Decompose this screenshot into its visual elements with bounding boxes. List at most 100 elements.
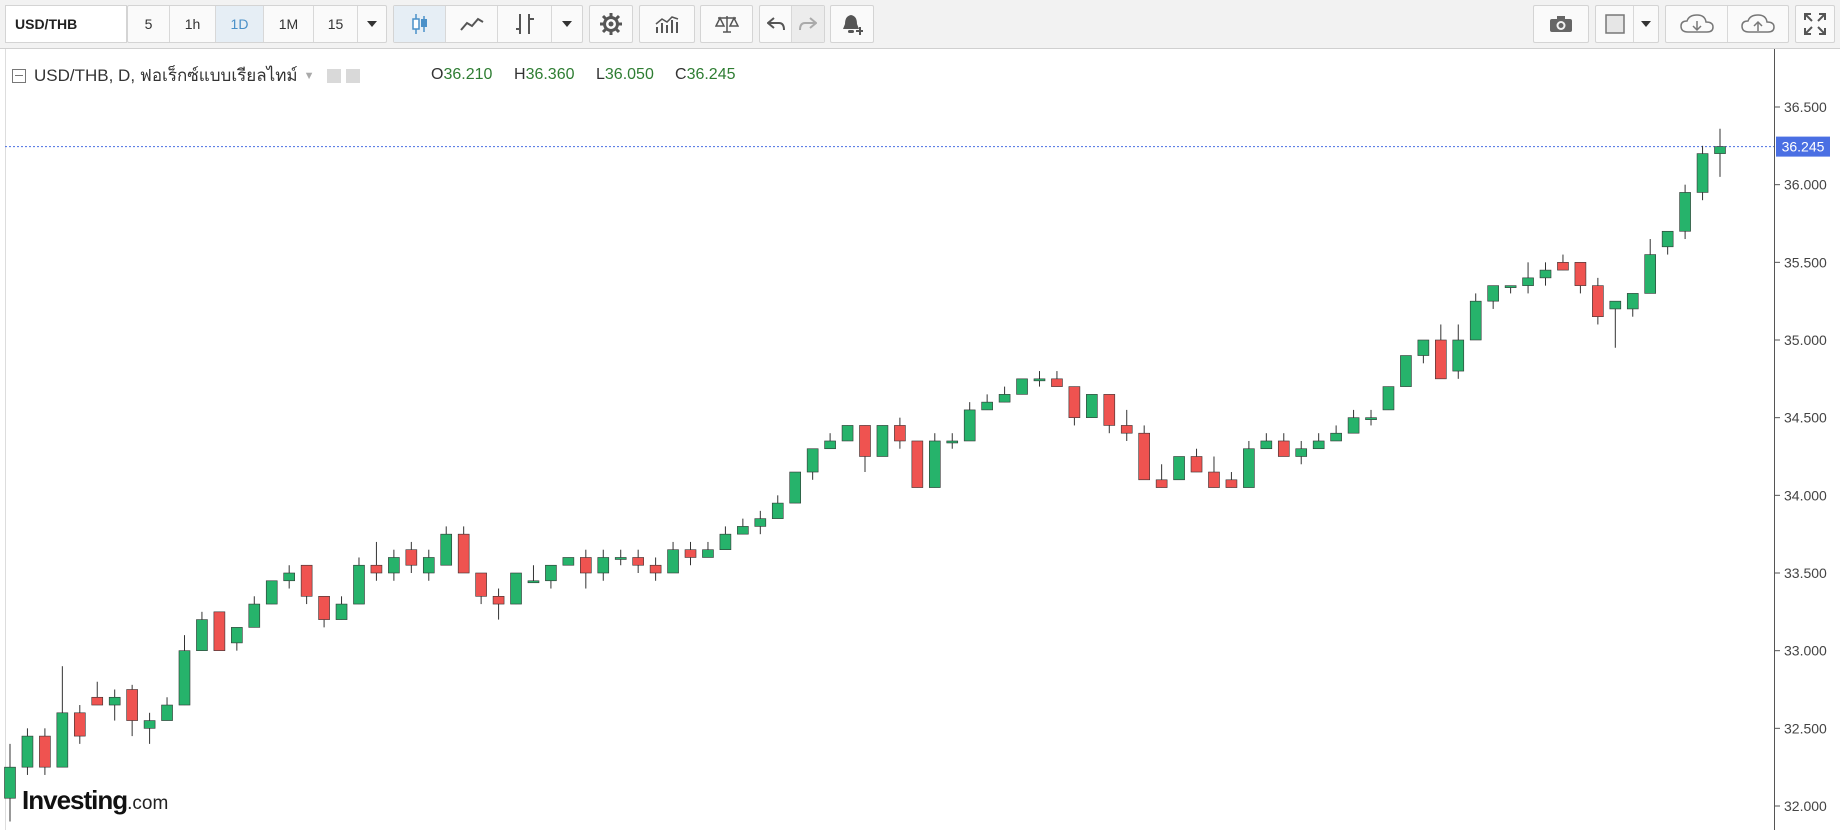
candlestick-chart[interactable]: 36.500 36.000 35.500 35.000 34.500 34.000 33.5… [0, 49, 1840, 830]
legend-gear-icon[interactable] [345, 68, 360, 83]
candle[interactable] [440, 526, 453, 566]
candle[interactable] [1557, 254, 1569, 271]
settings-icon[interactable] [590, 6, 632, 42]
interval-1m-button[interactable]: 1M [264, 6, 314, 42]
candle[interactable] [492, 588, 505, 620]
candle[interactable] [283, 565, 295, 589]
candle[interactable] [318, 595, 330, 628]
candle[interactable] [1661, 230, 1674, 255]
candle[interactable] [667, 541, 679, 574]
candlestick-icon[interactable] [394, 6, 446, 42]
legend-collapse-icon[interactable] [12, 68, 26, 83]
candle[interactable] [1400, 355, 1412, 387]
candle[interactable] [1714, 128, 1726, 177]
cloud-download-icon[interactable] [1666, 6, 1728, 42]
candle[interactable] [1103, 394, 1116, 434]
candle[interactable] [1452, 324, 1465, 379]
interval-1h-button[interactable]: 1h [170, 6, 216, 42]
candle[interactable] [231, 627, 243, 651]
candle[interactable] [632, 549, 644, 573]
candle[interactable] [1033, 371, 1046, 387]
candle[interactable] [1016, 378, 1028, 395]
cloud-upload-icon[interactable] [1728, 6, 1788, 42]
candle[interactable] [1592, 277, 1604, 325]
candle[interactable] [684, 541, 697, 566]
candle[interactable] [457, 526, 470, 574]
candle[interactable] [876, 425, 889, 457]
candle[interactable] [475, 572, 487, 605]
color-icon[interactable] [1596, 6, 1634, 42]
candle[interactable] [737, 518, 749, 535]
legend-dropdown-icon[interactable]: ▼ [304, 70, 315, 82]
candle[interactable] [1190, 448, 1203, 473]
candle[interactable] [178, 635, 191, 706]
candle[interactable] [126, 684, 138, 737]
redo-icon[interactable] [792, 6, 824, 42]
candle[interactable] [1417, 339, 1430, 364]
line-chart-icon[interactable] [446, 6, 498, 42]
camera-icon[interactable] [1534, 6, 1588, 42]
candle[interactable] [143, 712, 156, 744]
candle[interactable] [73, 705, 86, 744]
undo-icon[interactable] [760, 6, 792, 42]
interval-5m-button[interactable]: 5 [128, 6, 170, 42]
candle[interactable] [649, 557, 662, 581]
candle[interactable] [1260, 433, 1273, 450]
candle[interactable] [91, 681, 104, 706]
candle[interactable] [1208, 456, 1220, 488]
candle[interactable] [702, 541, 714, 558]
interval-1d-button[interactable]: 1D [216, 6, 264, 42]
candle[interactable] [1504, 285, 1517, 294]
candle[interactable] [248, 596, 261, 628]
symbol-input[interactable]: USD/THB [5, 5, 127, 43]
candle[interactable] [789, 471, 802, 504]
candle[interactable] [1155, 464, 1168, 488]
candle[interactable] [510, 572, 522, 605]
interval-15-button[interactable]: 15 [314, 6, 358, 42]
candle[interactable] [562, 557, 575, 566]
candle[interactable] [1626, 293, 1639, 317]
candle[interactable] [161, 697, 173, 721]
candle[interactable] [824, 433, 836, 450]
candle[interactable] [1539, 262, 1552, 286]
candle[interactable] [56, 666, 69, 768]
candle[interactable] [1574, 262, 1587, 294]
candle[interactable] [335, 596, 348, 620]
compare-icon[interactable] [701, 6, 752, 42]
candle[interactable] [1435, 324, 1447, 380]
candle[interactable] [1330, 425, 1342, 442]
candle[interactable] [981, 394, 993, 411]
candle[interactable] [300, 564, 313, 605]
candle[interactable] [405, 541, 418, 573]
candle[interactable] [1365, 409, 1377, 426]
candle[interactable] [1051, 371, 1063, 387]
color-dropdown-icon[interactable] [1634, 6, 1658, 42]
interval-dropdown-icon[interactable] [358, 6, 386, 42]
candle[interactable] [1120, 409, 1133, 441]
fullscreen-icon[interactable] [1796, 6, 1834, 42]
candle[interactable] [1277, 433, 1290, 457]
candle[interactable] [196, 611, 208, 651]
legend-eye-icon[interactable] [326, 68, 341, 83]
studies-icon[interactable] [640, 6, 694, 42]
candle[interactable] [21, 728, 34, 775]
candle[interactable] [265, 580, 278, 605]
alert-icon[interactable] [831, 6, 873, 42]
candle[interactable] [719, 526, 732, 551]
candle[interactable] [580, 549, 592, 589]
candle[interactable] [108, 689, 121, 721]
candle[interactable] [1487, 285, 1499, 309]
candle[interactable] [597, 549, 610, 581]
candle[interactable] [1173, 456, 1185, 481]
candle[interactable] [1679, 184, 1691, 240]
candle[interactable] [1312, 433, 1325, 450]
candle[interactable] [1138, 425, 1150, 481]
candle[interactable] [614, 549, 627, 566]
chart-type-dropdown-icon[interactable] [552, 6, 582, 42]
candle[interactable] [527, 565, 540, 584]
candle[interactable] [911, 440, 924, 488]
candle[interactable] [1609, 300, 1622, 348]
candle[interactable] [1243, 440, 1255, 488]
candle[interactable] [1347, 409, 1360, 434]
candle[interactable] [1522, 262, 1534, 294]
